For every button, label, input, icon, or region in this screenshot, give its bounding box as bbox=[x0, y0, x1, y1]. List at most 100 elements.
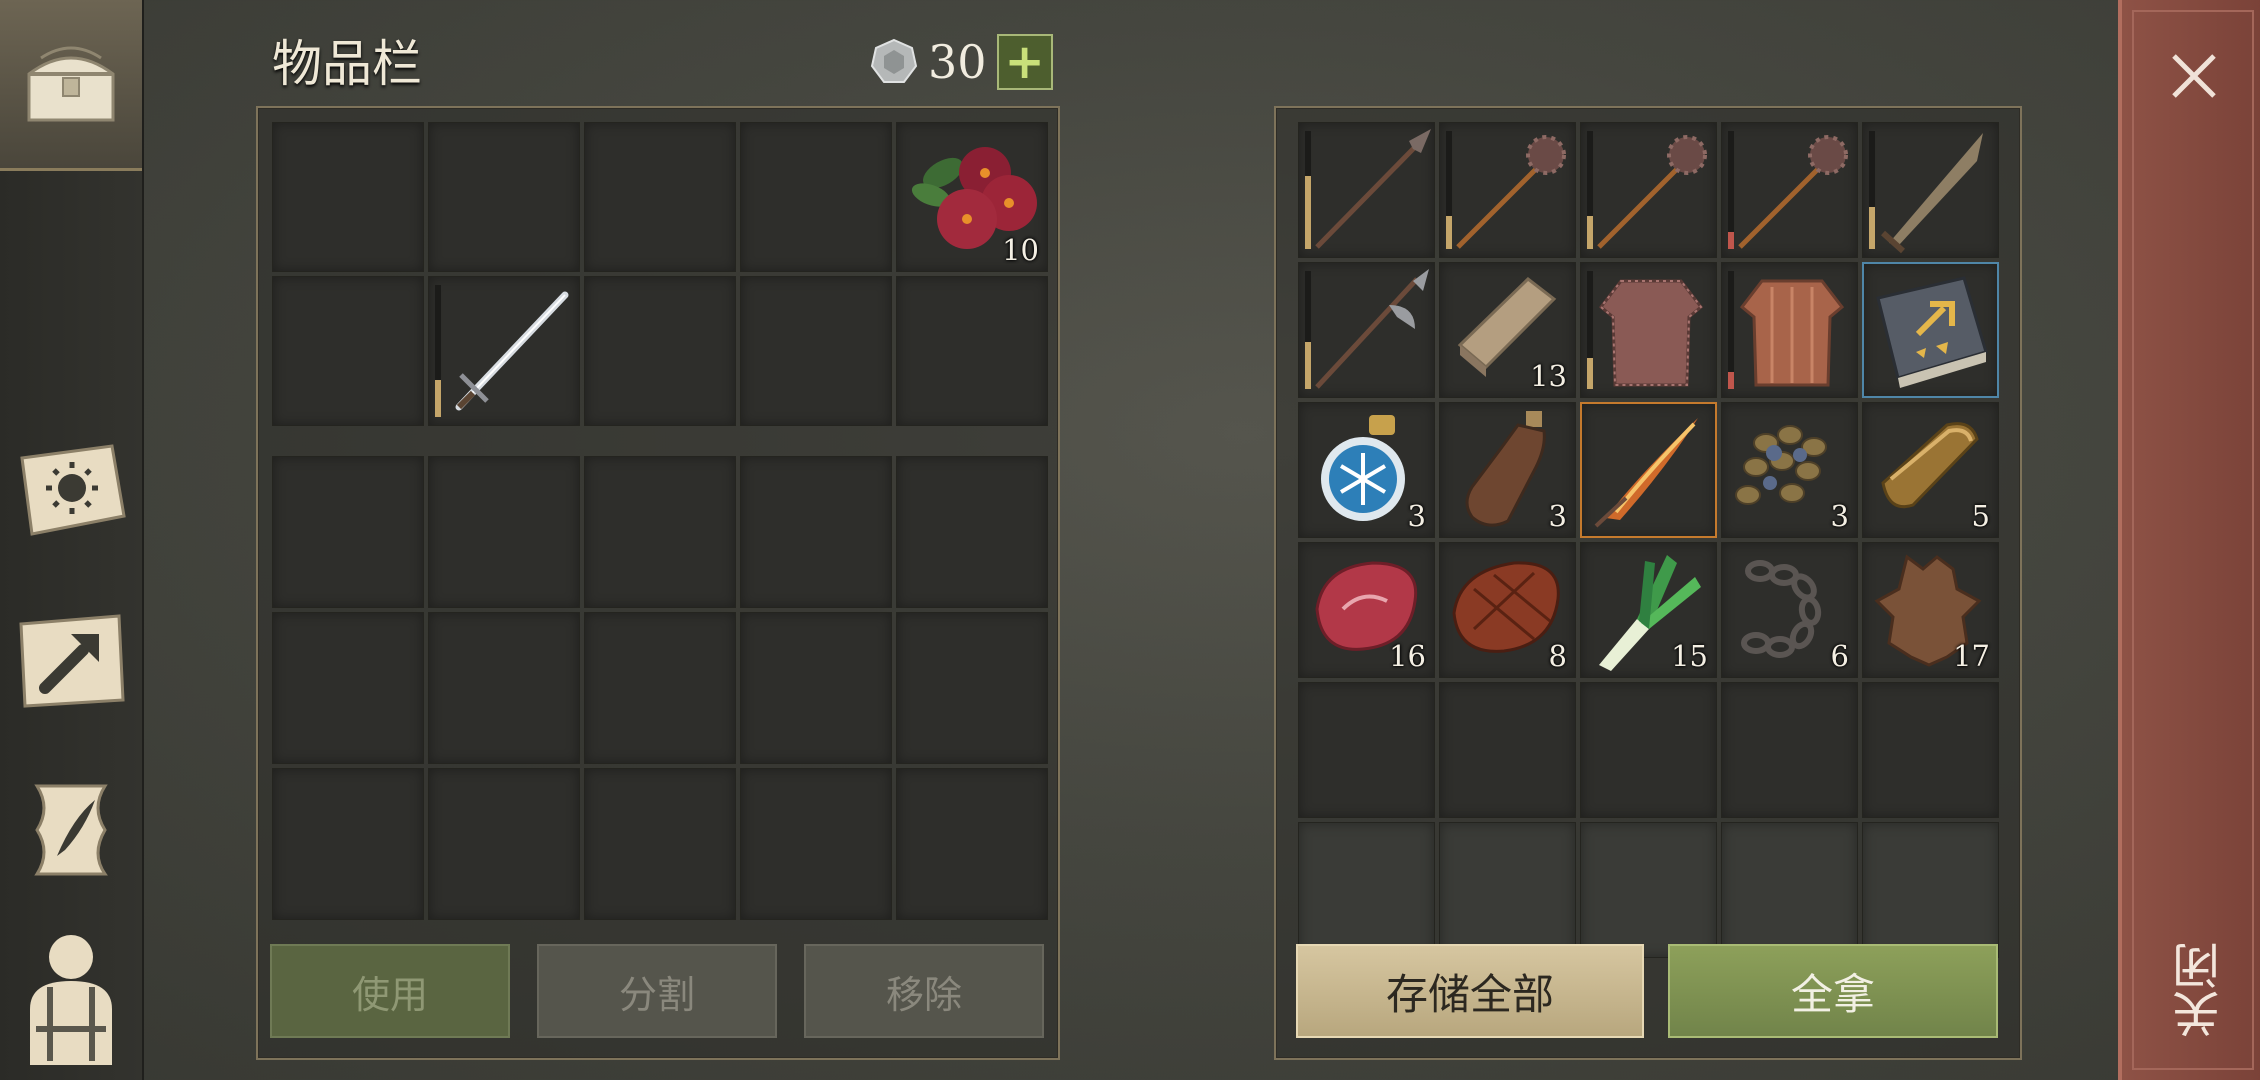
storage-slot-recipe-book[interactable] bbox=[1862, 262, 1999, 398]
inventory-quick-grid: 10 bbox=[272, 122, 1048, 426]
storage-grid: 13 3 3 3 5 16 8 15 6 17 bbox=[1298, 122, 1999, 958]
sidebar-tab-skills[interactable] bbox=[0, 430, 142, 550]
storage-slot[interactable] bbox=[1298, 822, 1435, 958]
sidebar-tab-character[interactable] bbox=[0, 920, 142, 1070]
inventory-title: 物品栏 bbox=[272, 35, 422, 93]
close-panel-frame bbox=[2132, 10, 2254, 1070]
add-silver-button[interactable]: + bbox=[996, 34, 1053, 90]
character-icon bbox=[30, 935, 112, 1065]
silver-coin-icon bbox=[870, 38, 918, 83]
storage-slot[interactable] bbox=[1721, 682, 1858, 818]
inventory-slot[interactable] bbox=[896, 768, 1048, 920]
store-all-button[interactable]: 存储全部 bbox=[1296, 944, 1644, 1038]
recipe-book-icon bbox=[1876, 276, 1988, 388]
storage-slot-chainmail[interactable] bbox=[1580, 262, 1717, 398]
storage-slot-mace[interactable] bbox=[1439, 122, 1576, 258]
item-quantity: 13 bbox=[1530, 359, 1567, 393]
item-quantity: 5 bbox=[1971, 499, 1990, 533]
inventory-slot[interactable] bbox=[584, 456, 736, 608]
chainmail-icon bbox=[1598, 279, 1704, 387]
storage-slot[interactable] bbox=[1862, 822, 1999, 958]
storage-slot-mace[interactable] bbox=[1580, 122, 1717, 258]
storage-slot-sword[interactable] bbox=[1862, 122, 1999, 258]
inventory-slot[interactable] bbox=[740, 612, 892, 764]
inventory-slot[interactable] bbox=[428, 612, 580, 764]
inventory-slot[interactable] bbox=[584, 122, 736, 272]
item-quantity: 3 bbox=[1830, 499, 1849, 533]
sidebar-tab-inventory[interactable] bbox=[0, 0, 142, 171]
use-button[interactable]: 使用 bbox=[270, 944, 510, 1038]
inventory-slot[interactable] bbox=[428, 768, 580, 920]
item-quantity: 10 bbox=[1002, 233, 1039, 267]
chest-icon bbox=[27, 46, 115, 122]
storage-slot-seeds[interactable]: 3 bbox=[1721, 402, 1858, 538]
item-quantity: 8 bbox=[1548, 639, 1567, 673]
inventory-slot[interactable] bbox=[272, 276, 424, 426]
silver-currency: 30 + bbox=[870, 34, 1053, 90]
storage-slot-fire-arrow[interactable] bbox=[1580, 402, 1717, 538]
inventory-slot[interactable] bbox=[896, 612, 1048, 764]
inventory-slot[interactable] bbox=[584, 612, 736, 764]
inventory-slot[interactable] bbox=[740, 768, 892, 920]
morningstar-icon bbox=[1597, 135, 1707, 249]
storage-slot-gambeson[interactable] bbox=[1721, 262, 1858, 398]
item-quantity: 3 bbox=[1548, 499, 1567, 533]
split-button[interactable]: 分割 bbox=[537, 944, 777, 1038]
inventory-slot[interactable] bbox=[272, 612, 424, 764]
storage-slot[interactable] bbox=[1580, 682, 1717, 818]
storage-slot[interactable] bbox=[1439, 822, 1576, 958]
inventory-slot[interactable] bbox=[740, 456, 892, 608]
inventory-slot[interactable] bbox=[584, 768, 736, 920]
storage-slot-leek[interactable]: 15 bbox=[1580, 542, 1717, 678]
morningstar-icon bbox=[1456, 135, 1566, 249]
inventory-slot[interactable] bbox=[740, 122, 892, 272]
item-quantity: 16 bbox=[1389, 639, 1426, 673]
sun-book-icon bbox=[20, 444, 126, 536]
close-panel[interactable]: 关闭 bbox=[2118, 0, 2260, 1080]
inventory-slot[interactable] bbox=[428, 456, 580, 608]
storage-slot[interactable] bbox=[1439, 682, 1576, 818]
inventory-slot[interactable] bbox=[272, 768, 424, 920]
storage-slot-wood[interactable]: 13 bbox=[1439, 262, 1576, 398]
storage-slot-spear[interactable] bbox=[1298, 122, 1435, 258]
storage-slot[interactable] bbox=[1862, 682, 1999, 818]
shortsword-icon bbox=[1880, 133, 1983, 254]
morningstar-icon bbox=[1738, 135, 1848, 249]
sidebar bbox=[0, 0, 144, 1080]
inventory-slot[interactable] bbox=[896, 456, 1048, 608]
inventory-slot[interactable] bbox=[272, 122, 424, 272]
inventory-backpack-grid bbox=[272, 456, 1048, 920]
storage-slot-ingot[interactable]: 5 bbox=[1862, 402, 1999, 538]
close-label[interactable]: 关闭 bbox=[2166, 942, 2229, 1038]
storage-slot-flask[interactable]: 3 bbox=[1439, 402, 1576, 538]
storage-slot-mace[interactable] bbox=[1721, 122, 1858, 258]
inventory-slot[interactable] bbox=[272, 456, 424, 608]
remove-button[interactable]: 移除 bbox=[804, 944, 1044, 1038]
silver-amount: 30 bbox=[928, 35, 987, 89]
storage-slot-chain[interactable]: 6 bbox=[1721, 542, 1858, 678]
inventory-slot[interactable] bbox=[740, 276, 892, 426]
storage-slot[interactable] bbox=[1298, 682, 1435, 818]
inventory-slot-berries[interactable]: 10 bbox=[896, 122, 1048, 272]
storage-slot-cooked-meat[interactable]: 8 bbox=[1439, 542, 1576, 678]
close-icon[interactable] bbox=[2166, 48, 2222, 104]
hammer-map-icon bbox=[19, 614, 125, 708]
halberd-icon bbox=[1315, 269, 1429, 389]
inventory-slot[interactable] bbox=[896, 276, 1048, 426]
storage-slot[interactable] bbox=[1721, 822, 1858, 958]
sidebar-tab-quests[interactable] bbox=[0, 770, 142, 890]
storage-slot[interactable] bbox=[1580, 822, 1717, 958]
inventory-slot[interactable] bbox=[428, 122, 580, 272]
item-quantity: 3 bbox=[1407, 499, 1426, 533]
sidebar-tab-crafting[interactable] bbox=[0, 600, 142, 720]
storage-slot-hide[interactable]: 17 bbox=[1862, 542, 1999, 678]
take-all-button[interactable]: 全拿 bbox=[1668, 944, 1998, 1038]
spear-icon bbox=[1315, 129, 1431, 249]
inventory-slot[interactable] bbox=[584, 276, 736, 426]
item-quantity: 6 bbox=[1830, 639, 1849, 673]
storage-slot-potion[interactable]: 3 bbox=[1298, 402, 1435, 538]
storage-slot-halberd[interactable] bbox=[1298, 262, 1435, 398]
fire-arrow-icon bbox=[1594, 418, 1698, 528]
inventory-slot-sword[interactable] bbox=[428, 276, 580, 426]
storage-slot-raw-meat[interactable]: 16 bbox=[1298, 542, 1435, 678]
